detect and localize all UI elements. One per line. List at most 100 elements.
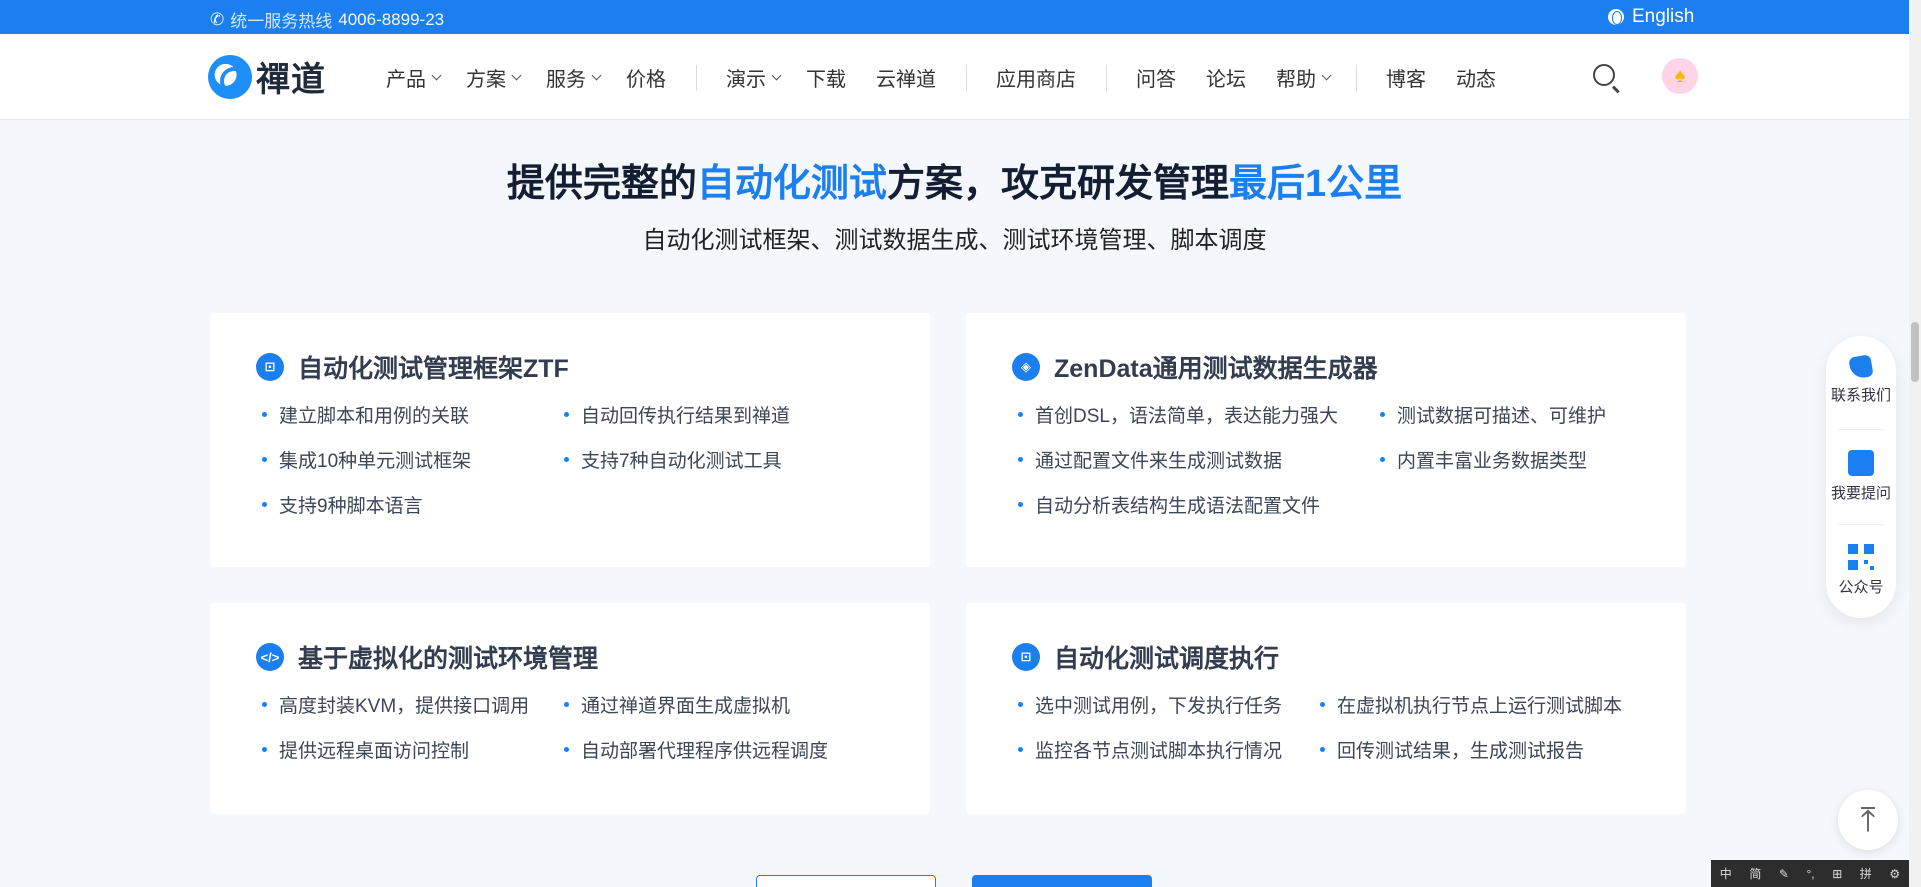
- feature-item: 自动部署代理程序供远程调度: [564, 736, 866, 763]
- nav-item-service[interactable]: 服务: [546, 63, 602, 92]
- card-title: ⊡ 自动化测试管理框架ZTF: [256, 349, 569, 385]
- feature-item: 自动回传执行结果到禅道: [564, 401, 866, 428]
- page-scrollbar[interactable]: [1909, 0, 1921, 887]
- card-virtual-env[interactable]: </> 基于虚拟化的测试环境管理 高度封装KVM，提供接口调用 通过禅道界面生成…: [210, 603, 930, 814]
- nav-item-solution[interactable]: 方案: [466, 63, 522, 92]
- nav-item-blog[interactable]: 博客: [1386, 63, 1426, 92]
- back-to-top-button[interactable]: ⤒: [1838, 790, 1898, 850]
- phone-icon: [1848, 354, 1874, 380]
- main-nav: 禪道 产品 方案 服务 价格 演示 下载 云禅道 应用商店 问答 论坛 帮助 博…: [0, 34, 1909, 120]
- edit-icon: [1848, 450, 1874, 476]
- nav-divider: [1106, 64, 1107, 91]
- nav-item-app-store[interactable]: 应用商店: [996, 63, 1076, 92]
- nav-label: 方案: [466, 69, 506, 91]
- chevron-down-icon: [771, 70, 782, 81]
- feature-item: 测试数据可描述、可维护: [1380, 401, 1682, 428]
- nav-item-cloud[interactable]: 云禅道: [876, 63, 936, 92]
- avatar[interactable]: ♠: [1662, 58, 1698, 94]
- ime-simplified-toggle[interactable]: 简: [1749, 865, 1761, 882]
- card-title-text: ZenData通用测试数据生成器: [1054, 355, 1378, 383]
- secondary-action-button[interactable]: [756, 875, 936, 887]
- contact-us-button[interactable]: 联系我们: [1826, 354, 1896, 405]
- nav-label: 帮助: [1276, 69, 1316, 91]
- feature-item: 高度封装KVM，提供接口调用: [262, 691, 564, 718]
- card-title-text: 基于虚拟化的测试环境管理: [298, 645, 599, 673]
- floating-contact-panel: 联系我们 我要提问 公众号: [1826, 336, 1896, 618]
- feature-item: 自动分析表结构生成语法配置文件: [1018, 491, 1380, 518]
- search-icon[interactable]: [1593, 64, 1615, 86]
- primary-action-button[interactable]: [972, 875, 1152, 887]
- nav-item-download[interactable]: 下载: [806, 63, 846, 92]
- top-bar: ✆ 统一服务热线 4006-8899-23 English: [0, 0, 1909, 34]
- hotline-number[interactable]: 4006-8899-23: [338, 10, 444, 30]
- language-switch[interactable]: English: [1608, 6, 1694, 28]
- code-icon: </>: [256, 643, 284, 671]
- hero-subtitle: 自动化测试框架、测试数据生成、测试环境管理、脚本调度: [642, 227, 1267, 254]
- chevron-down-icon: [591, 70, 602, 81]
- card-title-text: 自动化测试管理框架ZTF: [298, 355, 569, 383]
- feature-list: 建立脚本和用例的关联 自动回传执行结果到禅道 集成10种单元测试框架 支持7种自…: [262, 401, 866, 518]
- hero-title-highlight: 最后1公里: [1228, 163, 1403, 205]
- card-title: </> 基于虚拟化的测试环境管理: [256, 639, 598, 675]
- cube-icon: ◈: [1012, 353, 1040, 381]
- feature-item: 内置丰富业务数据类型: [1380, 446, 1682, 473]
- hero-title: 提供完整的自动化测试方案，攻克研发管理最后1公里: [0, 152, 1909, 207]
- nav-divider: [1356, 64, 1357, 91]
- logo[interactable]: 禪道: [208, 52, 326, 101]
- feature-item: 选中测试用例，下发执行任务: [1018, 691, 1320, 718]
- chevron-down-icon: [431, 70, 442, 81]
- hero-title-part: 提供完整的: [506, 163, 697, 205]
- nav-label: 问答: [1136, 69, 1176, 91]
- card-ztf[interactable]: ⊡ 自动化测试管理框架ZTF 建立脚本和用例的关联 自动回传执行结果到禅道 集成…: [210, 313, 930, 567]
- nav-item-product[interactable]: 产品: [386, 63, 442, 92]
- wechat-label: 公众号: [1838, 579, 1884, 596]
- logo-text: 禪道: [256, 60, 326, 100]
- card-title-text: 自动化测试调度执行: [1054, 645, 1280, 673]
- ime-handwriting-icon[interactable]: ✎: [1779, 867, 1789, 881]
- robot-icon: ⊡: [1012, 643, 1040, 671]
- feature-list: 选中测试用例，下发执行任务 在虚拟机执行节点上运行测试脚本 监控各节点测试脚本执…: [1018, 691, 1622, 763]
- feature-list: 高度封装KVM，提供接口调用 通过禅道界面生成虚拟机 提供远程桌面访问控制 自动…: [262, 691, 866, 763]
- divider: [1838, 429, 1884, 430]
- card-scheduling[interactable]: ⊡ 自动化测试调度执行 选中测试用例，下发执行任务 在虚拟机执行节点上运行测试脚…: [966, 603, 1686, 814]
- card-zendata[interactable]: ◈ ZenData通用测试数据生成器 首创DSL，语法简单，表达能力强大 测试数…: [966, 313, 1686, 567]
- ask-question-label: 我要提问: [1830, 485, 1891, 502]
- nav-item-news[interactable]: 动态: [1456, 63, 1496, 92]
- ime-settings-icon[interactable]: ⚙: [1889, 867, 1900, 881]
- feature-item: 通过禅道界面生成虚拟机: [564, 691, 866, 718]
- hero-title-highlight: 自动化测试: [696, 163, 887, 205]
- scrollbar-thumb[interactable]: [1911, 322, 1919, 382]
- nav-label: 下载: [806, 69, 846, 91]
- nav-label: 论坛: [1206, 69, 1246, 91]
- feature-item: 通过配置文件来生成测试数据: [1018, 446, 1380, 473]
- feature-item: 支持7种自动化测试工具: [564, 446, 866, 473]
- nav-item-price[interactable]: 价格: [626, 63, 666, 92]
- feature-item: 监控各节点测试脚本执行情况: [1018, 736, 1320, 763]
- nav-label: 价格: [626, 69, 666, 91]
- nav-label: 服务: [546, 69, 586, 91]
- qr-code-icon: [1848, 544, 1874, 570]
- feature-list: 首创DSL，语法简单，表达能力强大 测试数据可描述、可维护 通过配置文件来生成测…: [1018, 401, 1682, 518]
- nav-label: 博客: [1386, 69, 1426, 91]
- nav-item-help[interactable]: 帮助: [1276, 63, 1332, 92]
- logo-mark-icon: [208, 54, 252, 99]
- ask-question-button[interactable]: 我要提问: [1826, 450, 1896, 503]
- feature-item: 首创DSL，语法简单，表达能力强大: [1018, 401, 1380, 428]
- nav-item-forum[interactable]: 论坛: [1206, 63, 1246, 92]
- wechat-button[interactable]: 公众号: [1826, 544, 1896, 597]
- nav-divider: [696, 64, 697, 91]
- arrow-up-icon: ⤒: [1860, 800, 1876, 839]
- nav-label: 云禅道: [876, 69, 936, 91]
- nav-label: 演示: [726, 69, 766, 91]
- nav-item-qa[interactable]: 问答: [1136, 63, 1176, 92]
- feature-item: 回传测试结果，生成测试报告: [1320, 736, 1622, 763]
- ime-punctuation-toggle[interactable]: °,: [1807, 867, 1815, 881]
- feature-item: 支持9种脚本语言: [262, 491, 564, 518]
- feature-item: 提供远程桌面访问控制: [262, 736, 564, 763]
- divider: [1838, 524, 1884, 525]
- ime-mode-icon[interactable]: 拼: [1860, 865, 1872, 882]
- hotline: ✆ 统一服务热线 4006-8899-23: [210, 7, 444, 32]
- ime-chinese-toggle[interactable]: 中: [1720, 865, 1732, 882]
- ime-keyboard-icon[interactable]: ⊞: [1832, 867, 1842, 881]
- nav-item-demo[interactable]: 演示: [726, 63, 782, 92]
